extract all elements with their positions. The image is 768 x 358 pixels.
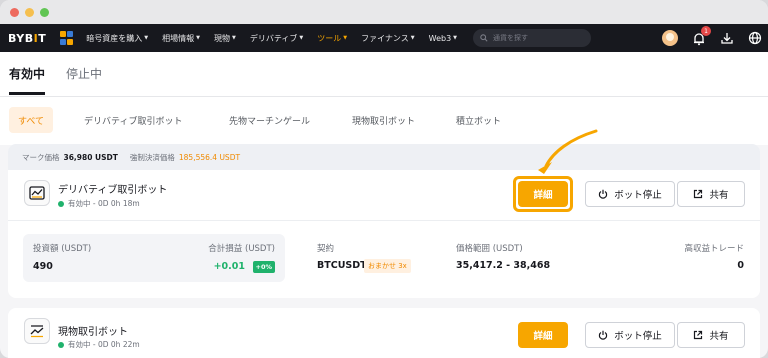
mode-badge: おまかせ 3x [364, 259, 411, 273]
price-info-bar: マーク価格 36,980 USDT 強制決済価格 185,556.4 USDT [8, 144, 760, 170]
bybit-logo[interactable]: BYBIT [8, 32, 46, 45]
download-icon[interactable] [720, 31, 734, 45]
search-icon [480, 34, 488, 42]
running-dot-icon [58, 341, 64, 348]
share-label: 共有 [709, 190, 729, 201]
share-label: 共有 [709, 331, 729, 342]
nav-item-finance[interactable]: ファイナンス ▼ [361, 33, 415, 44]
filter-dca-bot[interactable]: 積立ボット [456, 107, 501, 133]
globe-icon[interactable] [748, 31, 762, 45]
contract-label: 契約 [317, 244, 335, 254]
top-navbar: BYBIT 暗号資産を購入 ▼ 相場情報 ▼ 現物 ▼ デリバティブ ▼ ツール ▼ ファ… [0, 24, 768, 52]
status-tabs: 有効中 停止中 [0, 52, 768, 96]
bot-title: デリバティブ取引ボット [58, 185, 168, 196]
mark-price-label: マーク価格 [22, 152, 60, 162]
nav-item-web3[interactable]: Web3 ▼ [429, 34, 457, 43]
nav-item-derivatives[interactable]: デリバティブ ▼ [250, 33, 303, 44]
mark-price-value: 36,980 USDT [63, 152, 118, 162]
avatar[interactable] [662, 30, 678, 46]
contract-value: BTCUSDT [317, 260, 367, 271]
liq-price-label: 強制決済価格 [129, 152, 175, 162]
minimize-window-icon[interactable] [25, 7, 34, 17]
share-external-icon [694, 330, 703, 340]
share-external-icon [694, 189, 703, 199]
power-icon [599, 330, 608, 340]
pnl-summary-box: 投資額 (USDT) 490 合計損益 (USDT) +0.01 +0% [23, 234, 285, 282]
bot-status: 有効中 - 0D 0h 18m [58, 198, 140, 209]
bot-status: 有効中 - 0D 0h 22m [58, 339, 140, 350]
search-placeholder: 通貨を探す [493, 34, 529, 42]
bot-header: 現物取引ボット 有効中 - 0D 0h 22m 詳細 ボット停止 共有 [8, 308, 760, 358]
bell-icon[interactable]: 1 [692, 26, 711, 46]
filter-derivatives-bot[interactable]: デリバティブ取引ボット [84, 107, 182, 133]
active-tab-underline [9, 92, 45, 95]
card-divider [8, 220, 760, 221]
pnl-label: 合計損益 (USDT) [208, 244, 275, 254]
stop-bot-label: ボット停止 [614, 190, 662, 201]
search-input[interactable]: 通貨を探す [473, 29, 592, 47]
power-icon [599, 189, 608, 199]
profit-trades-value: 0 [737, 260, 744, 271]
share-button[interactable]: 共有 [677, 322, 745, 348]
investment-value: 490 [33, 261, 53, 272]
bot-status-text: 有効中 - 0D 0h 22m [68, 340, 140, 349]
bot-type-filters: すべて デリバティブ取引ボット 先物マーチンゲール 現物取引ボット 積立ボット [0, 97, 768, 145]
price-range-value: 35,417.2 - 38,468 [456, 260, 551, 271]
share-button[interactable]: 共有 [677, 181, 745, 207]
liq-price-value: 185,556.4 USDT [178, 152, 241, 162]
profit-trades-label: 高収益トレード [684, 244, 744, 254]
filter-all[interactable]: すべて [9, 107, 54, 133]
bot-title: 現物取引ボット [58, 327, 128, 338]
filter-futures-martingale[interactable]: 先物マーチンゲール [229, 107, 310, 133]
detail-button[interactable]: 詳細 [518, 322, 568, 348]
investment-label: 投資額 (USDT) [33, 244, 92, 254]
nav-item-spot[interactable]: 現物 ▼ [214, 33, 236, 44]
detail-button[interactable]: 詳細 [518, 181, 568, 207]
stop-bot-button[interactable]: ボット停止 [585, 181, 675, 207]
notification-badge: 1 [701, 26, 711, 36]
tab-active[interactable]: 有効中 [9, 65, 45, 82]
stop-bot-label: ボット停止 [614, 331, 662, 342]
browser-window: BYBIT 暗号資産を購入 ▼ 相場情報 ▼ 現物 ▼ デリバティブ ▼ ツール ▼ ファ… [0, 0, 768, 358]
chart-line-icon [24, 180, 50, 206]
window-titlebar [0, 0, 768, 24]
running-dot-icon [58, 200, 64, 207]
bot-card-spot: 現物取引ボット 有効中 - 0D 0h 22m 詳細 ボット停止 共有 [8, 308, 760, 358]
close-window-icon[interactable] [10, 7, 19, 17]
chart-trend-icon [24, 318, 50, 344]
filter-spot-bot[interactable]: 現物取引ボット [352, 107, 415, 133]
bot-status-text: 有効中 - 0D 0h 18m [68, 199, 140, 208]
price-range-label: 価格範囲 (USDT) [456, 244, 523, 254]
nav-item-markets[interactable]: 相場情報 ▼ [162, 33, 200, 44]
maximize-window-icon[interactable] [40, 7, 49, 17]
pnl-value: +0.01 [213, 261, 245, 272]
apps-grid-icon[interactable] [60, 31, 74, 45]
stop-bot-button[interactable]: ボット停止 [585, 322, 675, 348]
pnl-percent-badge: +0% [252, 261, 275, 273]
nav-item-tools[interactable]: ツール ▼ [317, 33, 347, 44]
bot-header: デリバティブ取引ボット 有効中 - 0D 0h 18m 詳細 ボット停止 共有 [8, 170, 760, 220]
nav-item-buy-crypto[interactable]: 暗号資産を購入 ▼ [86, 33, 148, 44]
tab-stopped[interactable]: 停止中 [66, 65, 102, 82]
bot-card-derivatives: マーク価格 36,980 USDT 強制決済価格 185,556.4 USDT … [8, 144, 760, 298]
